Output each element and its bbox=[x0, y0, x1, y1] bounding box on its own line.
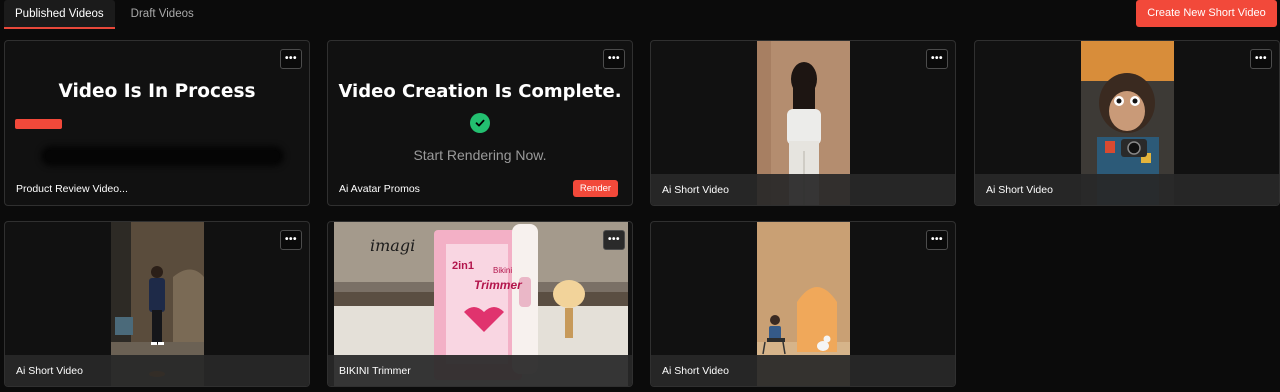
video-card[interactable]: ••• Ai Short Video bbox=[974, 40, 1280, 206]
start-rendering-text: Start Rendering Now. bbox=[413, 147, 547, 163]
more-horizontal-icon: ••• bbox=[284, 234, 297, 245]
more-options-button[interactable]: ••• bbox=[926, 49, 948, 69]
create-new-short-video-button[interactable]: Create New Short Video bbox=[1136, 0, 1277, 27]
video-card[interactable]: imagi 2in1 Bikini Trimmer ••• BIKINI Tri… bbox=[327, 221, 633, 387]
video-card[interactable]: ••• Video Creation Is Complete. Start Re… bbox=[327, 40, 633, 206]
video-title: BIKINI Trimmer bbox=[339, 365, 411, 377]
render-button[interactable]: Render bbox=[573, 180, 618, 197]
video-title: Ai Avatar Promos bbox=[339, 183, 420, 195]
video-title: Product Review Video... bbox=[16, 183, 128, 195]
more-options-button[interactable]: ••• bbox=[926, 230, 948, 250]
video-card[interactable]: ••• Ai Short Video bbox=[650, 221, 956, 387]
video-title: Ai Short Video bbox=[986, 184, 1053, 196]
processing-title: Video Is In Process bbox=[58, 81, 256, 102]
thumb-brand-text: imagi bbox=[370, 236, 416, 255]
more-horizontal-icon: ••• bbox=[607, 234, 620, 245]
more-horizontal-icon: ••• bbox=[930, 53, 943, 64]
thumb-trimmer-text: Trimmer bbox=[474, 278, 522, 292]
thumb-bikini-text: Bikini bbox=[493, 266, 513, 275]
more-horizontal-icon: ••• bbox=[930, 234, 943, 245]
more-options-button[interactable]: ••• bbox=[1250, 49, 1272, 69]
video-title: Ai Short Video bbox=[16, 365, 83, 377]
progress-bar bbox=[15, 119, 62, 129]
complete-title: Video Creation Is Complete. bbox=[338, 81, 622, 102]
tab-published-videos[interactable]: Published Videos bbox=[4, 0, 115, 29]
more-options-button[interactable]: ••• bbox=[280, 49, 302, 69]
tab-bar: Published Videos Draft Videos bbox=[4, 0, 205, 29]
more-horizontal-icon: ••• bbox=[1254, 53, 1267, 64]
thumb-2in1-text: 2in1 bbox=[452, 260, 475, 272]
more-options-button[interactable]: ••• bbox=[603, 49, 625, 69]
more-options-button[interactable]: ••• bbox=[280, 230, 302, 250]
video-card[interactable]: ••• Ai Short Video bbox=[650, 40, 956, 206]
tab-draft-videos[interactable]: Draft Videos bbox=[120, 0, 205, 29]
more-options-button[interactable]: ••• bbox=[603, 230, 625, 250]
video-title: Ai Short Video bbox=[662, 184, 729, 196]
video-card[interactable]: ••• Ai Short Video bbox=[4, 221, 310, 387]
video-card[interactable]: ••• Video Is In Process Product Review V… bbox=[4, 40, 310, 206]
video-title: Ai Short Video bbox=[662, 365, 729, 377]
redacted-bar bbox=[45, 150, 280, 162]
check-circle-icon bbox=[470, 113, 490, 133]
more-horizontal-icon: ••• bbox=[607, 53, 620, 64]
more-horizontal-icon: ••• bbox=[284, 53, 297, 64]
